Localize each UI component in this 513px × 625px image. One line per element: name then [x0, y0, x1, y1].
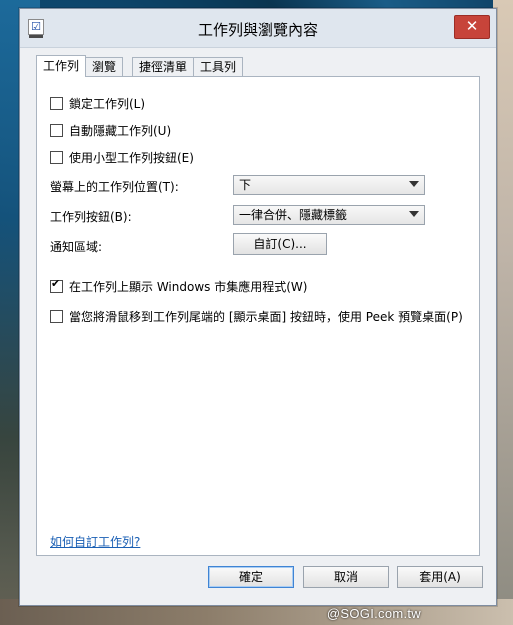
chevron-down-icon: [409, 211, 419, 217]
peek-option[interactable]: 當您將滑鼠移到工作列尾端的 [顯示桌面] 按鈕時，使用 Peek 預覽桌面(P): [50, 308, 463, 324]
taskbar-location-value: 下: [239, 178, 252, 192]
cancel-button[interactable]: 取消: [303, 566, 389, 588]
title-bar[interactable]: ☑ 工作列與瀏覽內容 ✕: [20, 9, 496, 48]
lock-taskbar-option[interactable]: 鎖定工作列(L): [50, 95, 145, 111]
taskbar-tab-panel: 鎖定工作列(L) 自動隱藏工作列(U) 使用小型工作列按鈕(E) 螢幕上的工作列…: [36, 76, 480, 556]
taskbar-location-label: 螢幕上的工作列位置(T):: [50, 180, 179, 194]
taskbar-properties-dialog: ☑ 工作列與瀏覽內容 ✕ 工作列 瀏覽 捷徑清單 工具列 鎖定工作列(L) 自動…: [19, 8, 497, 606]
show-store-apps-label: 在工作列上顯示 Windows 市集應用程式(W): [69, 279, 308, 294]
taskbar-buttons-value: 一律合併、隱藏標籤: [239, 208, 348, 222]
small-buttons-label: 使用小型工作列按鈕(E): [69, 150, 194, 165]
tab-toolbars[interactable]: 工具列: [193, 57, 244, 76]
peek-label: 當您將滑鼠移到工作列尾端的 [顯示桌面] 按鈕時，使用 Peek 預覽桌面(P): [69, 309, 463, 324]
peek-checkbox[interactable]: [50, 309, 63, 323]
tab-navigation[interactable]: 瀏覽: [85, 57, 124, 76]
notification-area-label: 通知區域:: [50, 240, 103, 254]
taskbar-location-select[interactable]: 下: [233, 175, 425, 195]
show-store-apps-checkbox[interactable]: [50, 277, 63, 293]
small-buttons-option[interactable]: 使用小型工作列按鈕(E): [50, 149, 194, 165]
lock-taskbar-label: 鎖定工作列(L): [69, 96, 146, 111]
auto-hide-checkbox[interactable]: [50, 123, 63, 137]
auto-hide-label: 自動隱藏工作列(U): [69, 123, 172, 138]
ok-button[interactable]: 確定: [208, 566, 294, 588]
taskbar-buttons-select[interactable]: 一律合併、隱藏標籤: [233, 205, 425, 225]
show-store-apps-option[interactable]: 在工作列上顯示 Windows 市集應用程式(W): [50, 277, 308, 294]
window-title: 工作列與瀏覽內容: [197, 21, 318, 39]
auto-hide-option[interactable]: 自動隱藏工作列(U): [50, 122, 171, 138]
taskbar-buttons-label: 工作列按鈕(B):: [50, 210, 132, 224]
help-link[interactable]: 如何自訂工作列?: [50, 533, 140, 550]
close-button[interactable]: ✕: [454, 15, 490, 39]
tab-jump-lists[interactable]: 捷徑清單: [132, 57, 195, 76]
customize-button[interactable]: 自訂(C)...: [233, 233, 327, 255]
chevron-down-icon: [409, 181, 419, 187]
lock-taskbar-checkbox[interactable]: [50, 96, 63, 110]
small-buttons-checkbox[interactable]: [50, 150, 63, 164]
tab-taskbar[interactable]: 工作列: [36, 55, 87, 77]
apply-button[interactable]: 套用(A): [397, 566, 483, 588]
watermark: @SOGI.com.tw: [326, 606, 421, 621]
